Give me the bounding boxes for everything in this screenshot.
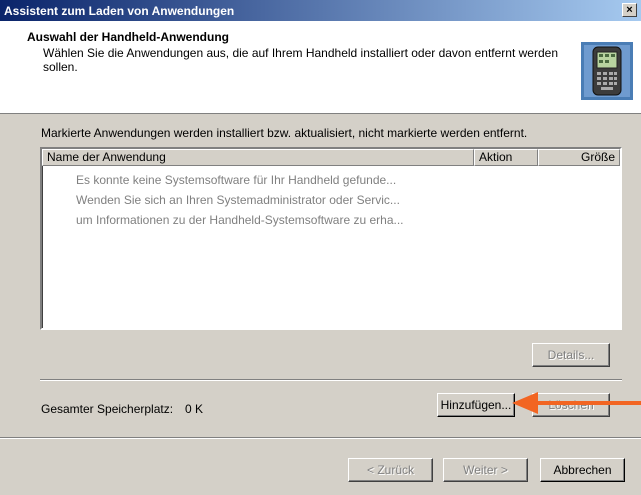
list-header: Name der Anwendung Aktion Größe: [42, 149, 620, 166]
annotation-arrow-icon: [512, 392, 641, 414]
page-subtitle: Wählen Sie die Anwendungen aus, die auf …: [43, 46, 558, 74]
back-button[interactable]: < Zurück: [348, 458, 433, 482]
list-item: Es konnte keine Systemsoftware für Ihr H…: [76, 173, 397, 187]
column-header-name[interactable]: Name der Anwendung: [42, 149, 474, 166]
wizard-header: Auswahl der Handheld-Anwendung Wählen Si…: [0, 21, 641, 114]
handheld-device-icon: [581, 42, 633, 100]
next-button[interactable]: Weiter >: [443, 458, 528, 482]
arrow-head: [512, 392, 538, 414]
divider: [0, 437, 641, 439]
divider: [40, 379, 622, 381]
list-rows: Es konnte keine Systemsoftware für Ihr H…: [76, 173, 404, 233]
cancel-button[interactable]: Abbrechen: [540, 458, 625, 482]
column-header-size[interactable]: Größe: [538, 149, 620, 166]
title-bar: Assistent zum Laden von Anwendungen ×: [0, 0, 641, 21]
storage-label: Gesamter Speicherplatz:: [41, 402, 174, 416]
list-item: um Informationen zu der Handheld-Systems…: [76, 213, 404, 227]
storage-value: 0 K: [185, 402, 204, 416]
page-title: Auswahl der Handheld-Anwendung: [27, 30, 230, 44]
add-button[interactable]: Hinzufügen...: [437, 393, 515, 417]
column-header-action[interactable]: Aktion: [474, 149, 538, 166]
details-button[interactable]: Details...: [532, 343, 610, 367]
list-item: Wenden Sie sich an Ihren Systemadministr…: [76, 193, 400, 207]
close-button[interactable]: ×: [622, 3, 637, 17]
window-title: Assistent zum Laden von Anwendungen: [4, 4, 235, 18]
application-list[interactable]: Name der Anwendung Aktion Größe Es konnt…: [40, 147, 622, 330]
instruction-text: Markierte Anwendungen werden installiert…: [41, 126, 528, 140]
